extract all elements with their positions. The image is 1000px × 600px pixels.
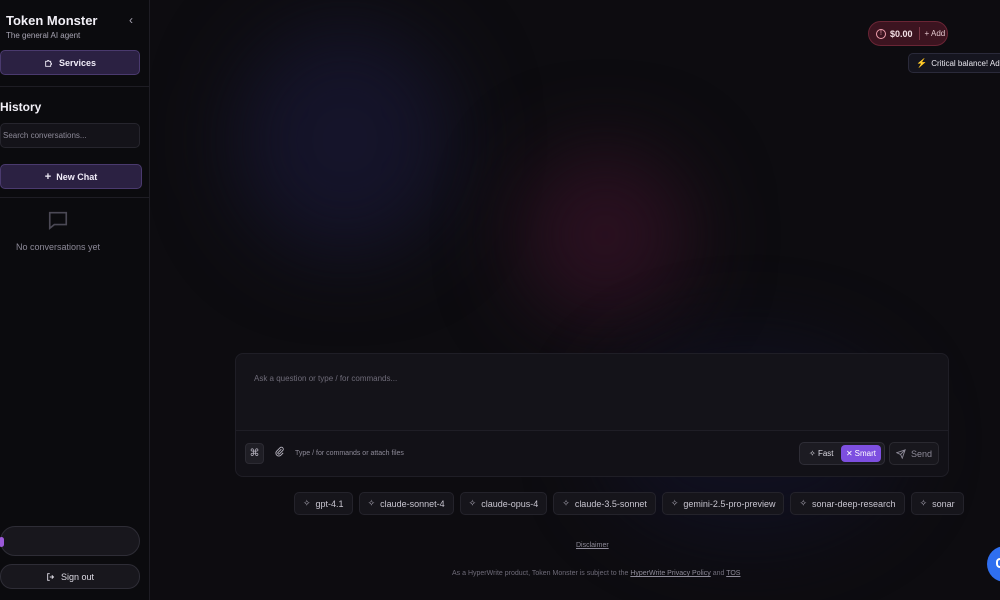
mode-fast-button[interactable]: ✧ Fast	[809, 449, 834, 458]
disclaimer-link[interactable]: Disclaimer	[576, 542, 609, 549]
new-chat-label: New Chat	[56, 171, 98, 182]
search-conversations-input[interactable]	[0, 123, 140, 148]
divider	[918, 27, 920, 40]
sparkle-icon: ✧	[367, 498, 376, 508]
puzzle-icon	[45, 59, 52, 67]
mode-smart-button[interactable]: ✕ Smart	[841, 445, 881, 462]
model-name: claude-3.5-sonnet	[574, 498, 647, 509]
sparkle-icon: ✧	[919, 498, 928, 508]
chevron-left-icon: ‹	[129, 13, 133, 27]
background-glow	[520, 150, 690, 320]
sparkle-icon: ✧	[670, 498, 679, 508]
composer-hint: Type / for commands or attach files	[295, 450, 404, 457]
model-chip[interactable]: ✧ sonar-deep-research	[790, 492, 905, 515]
support-chat-button[interactable]	[987, 546, 1000, 582]
sign-out-button[interactable]: Sign out	[0, 564, 140, 589]
empty-conversations-text: No conversations yet	[15, 242, 101, 252]
plus-icon: +	[44, 170, 52, 183]
alert-circle-icon: !	[876, 28, 886, 39]
sparkle-icon: ✧	[799, 498, 808, 508]
model-chip[interactable]: ✧ claude-sonnet-4	[358, 492, 454, 515]
brand-title: Token Monster	[6, 13, 98, 28]
sparkle-icon: ✧	[562, 498, 570, 508]
command-icon: ⌘	[249, 448, 260, 459]
sidebar: Token Monster The general AI agent ‹ Ser…	[0, 0, 150, 600]
model-name: gpt-4.1	[315, 498, 344, 509]
model-chip[interactable]: ✧ claude-opus-4	[459, 492, 548, 515]
sign-out-label: Sign out	[60, 571, 95, 582]
brand-subtitle: The general AI agent	[6, 31, 81, 40]
footer-prefix: As a HyperWrite product, Token Monster i…	[452, 570, 629, 577]
add-label: Add	[930, 29, 946, 38]
services-button[interactable]: Services	[0, 50, 140, 75]
privacy-policy-link[interactable]: HyperWrite Privacy Policy	[630, 570, 710, 577]
chat-bubble-icon	[996, 558, 1000, 568]
chat-composer[interactable]: Ask a question or type / for commands...…	[235, 353, 949, 477]
sparkle-icon: ✧	[303, 498, 311, 508]
sparkle-icon: ✧	[809, 449, 816, 458]
balance-amount: $0.00	[890, 28, 913, 39]
critical-balance-toast: ⚡ Critical balance! Add credits	[908, 53, 1000, 73]
model-name: sonar-deep-research	[812, 498, 896, 509]
composer-toolbar: ⌘ Type / for commands or attach files ✧ …	[236, 430, 948, 476]
critical-balance-text: Critical balance! Add credits	[931, 58, 1000, 68]
model-name: gemini-2.5-pro-preview	[683, 498, 776, 509]
add-credits-button[interactable]: + Add	[925, 29, 946, 38]
log-out-icon	[47, 572, 55, 581]
tos-link[interactable]: TOS	[726, 570, 740, 577]
divider	[0, 86, 149, 87]
divider	[0, 197, 149, 198]
avatar	[0, 537, 4, 547]
attach-button[interactable]	[274, 445, 286, 461]
message-square-icon	[48, 211, 68, 230]
sparkle-icon: ✧	[468, 498, 477, 508]
profile-button[interactable]	[0, 526, 140, 556]
paperclip-icon	[275, 446, 284, 457]
model-chip[interactable]: ✧ gpt-4.1	[294, 492, 353, 515]
footer-and: and	[712, 570, 725, 577]
model-name: sonar	[932, 498, 955, 509]
collapse-sidebar-button[interactable]: ‹	[124, 13, 138, 27]
balance-pill[interactable]: ! $0.00 + Add	[868, 21, 948, 46]
bolt-icon: ⚡	[916, 57, 928, 68]
mode-fast-label: Fast	[817, 449, 834, 458]
history-title: History	[0, 100, 42, 114]
new-chat-button[interactable]: + New Chat	[0, 164, 142, 189]
mode-toggle[interactable]: ✧ Fast ✕ Smart	[799, 442, 885, 465]
model-chip[interactable]: ✧ claude-3.5-sonnet	[553, 492, 656, 515]
prompt-input[interactable]: Ask a question or type / for commands...	[254, 374, 397, 383]
send-icon	[895, 448, 906, 459]
close-sparkle-icon: ✕	[845, 449, 853, 458]
send-button[interactable]: Send	[889, 442, 939, 465]
background-glow	[235, 25, 455, 255]
mode-smart-label: Smart	[854, 449, 877, 458]
model-name: claude-sonnet-4	[380, 498, 445, 509]
model-chip[interactable]: ✧ sonar	[910, 492, 964, 515]
services-label: Services	[58, 57, 97, 68]
command-button[interactable]: ⌘	[245, 443, 264, 464]
model-chips: ✧ gpt-4.1 ✧ claude-sonnet-4 ✧ claude-opus-4…	[294, 492, 964, 515]
model-name: claude-opus-4	[481, 498, 539, 509]
footer-legal: As a HyperWrite product, Token Monster i…	[452, 570, 740, 577]
model-chip[interactable]: ✧ gemini-2.5-pro-preview	[661, 492, 785, 515]
send-label: Send	[910, 448, 933, 459]
